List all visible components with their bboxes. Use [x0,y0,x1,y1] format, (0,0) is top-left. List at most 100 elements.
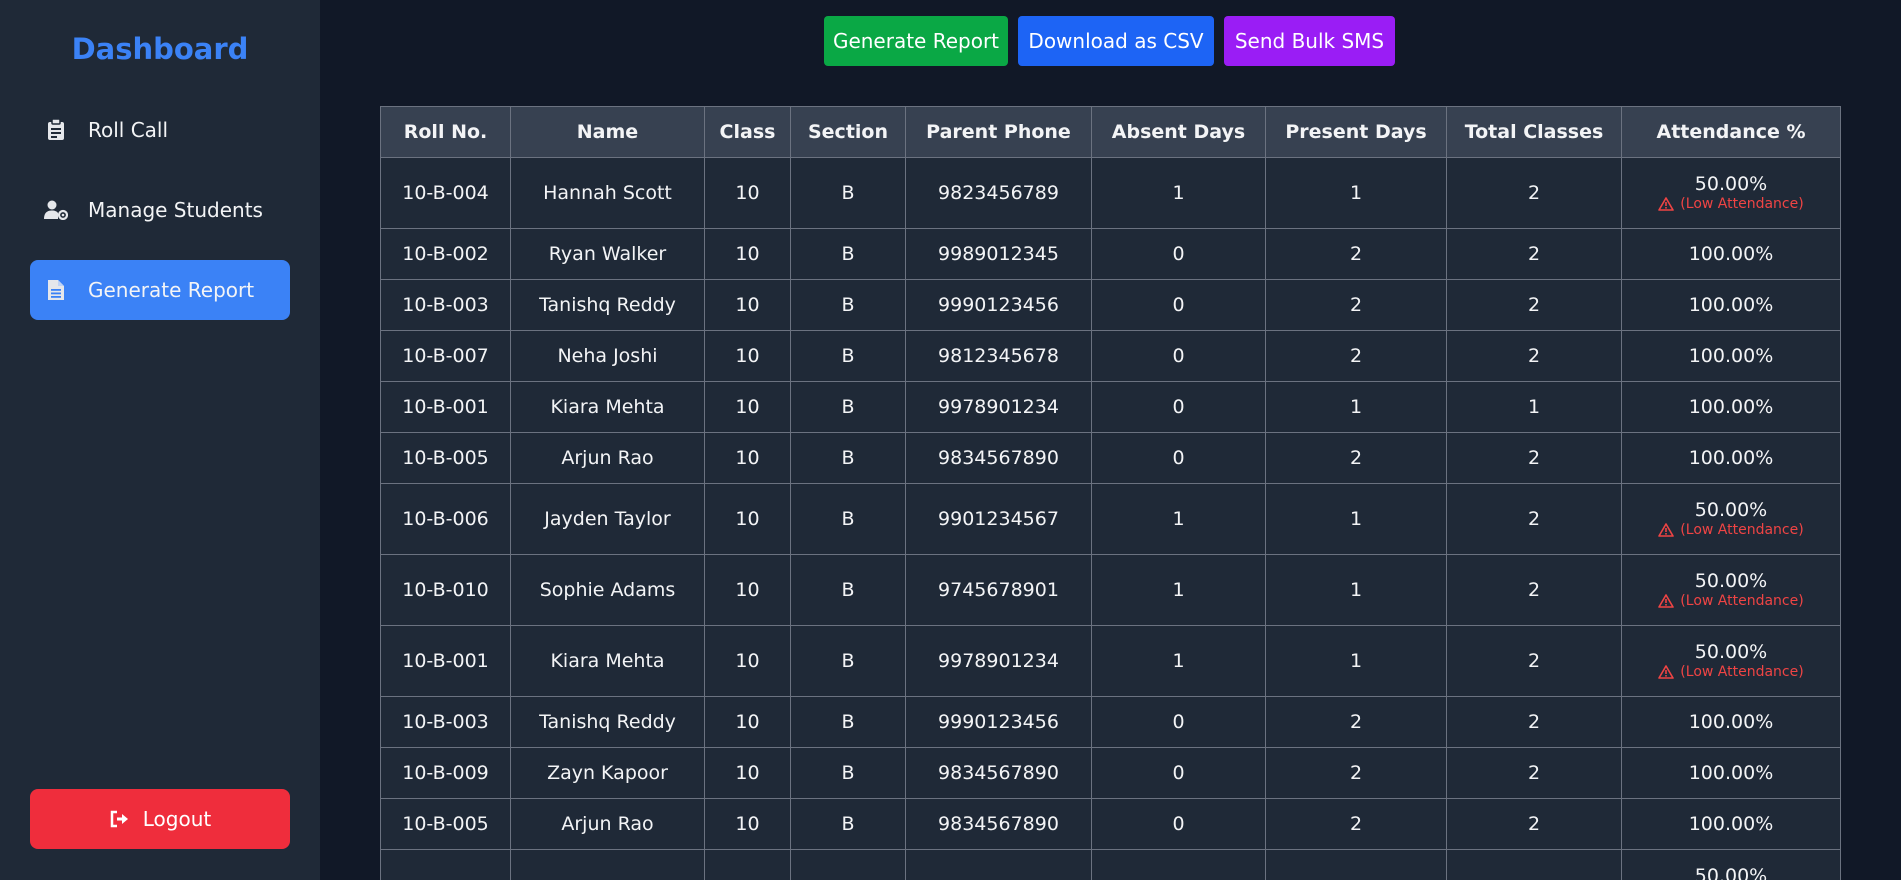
column-header: Section [790,106,906,158]
table-cell: 1 [1265,625,1447,697]
table-cell: 0 [1091,747,1266,799]
table-cell: 9834567890 [905,432,1092,484]
user-gear-icon [44,198,68,222]
attendance-percent: 50.00% [1694,641,1768,663]
table-cell: B [790,330,906,382]
table-cell: 50.00%(Low Attendance) [1621,625,1841,697]
table-cell: B [790,432,906,484]
download-csv-button[interactable]: Download as CSV [1018,16,1214,66]
table-cell [380,849,511,880]
table-cell: 10 [704,330,791,382]
attendance-percent: 100.00% [1688,711,1774,733]
table-cell: 2 [1265,432,1447,484]
table-header-row: Roll No. Name Class Section Parent Phone Abse… [380,106,1841,158]
table-cell: 50.00%(Low Attendance) [1621,157,1841,229]
table-cell: 9990123456 [905,279,1092,331]
table-row: 10-B-005 Arjun Rao 10 B 9834567890 0 2 2 100.00% [380,432,1841,484]
low-attendance-warning: (Low Attendance) [1622,521,1840,539]
table-cell: 0 [1091,228,1266,280]
attendance-percent: 50.00% [1694,865,1768,880]
table-cell: B [790,798,906,850]
attendance-percent: 100.00% [1688,762,1774,784]
table-row: 10-B-006 Jayden Taylor 10 B 9901234567 1 1 2 50.… [380,483,1841,555]
column-header: Class [704,106,791,158]
file-icon [44,278,68,302]
table-cell: B [790,157,906,229]
table-row: 10-B-001 Kiara Mehta 10 B 9978901234 1 1 2 50.00… [380,625,1841,697]
table-row: 10-B-002 Ryan Walker 10 B 9989012345 0 2 2 100.0… [380,228,1841,280]
send-bulk-sms-button[interactable]: Send Bulk SMS [1224,16,1395,66]
table-cell: 10-B-003 [380,279,511,331]
table-cell: B [790,554,906,626]
low-attendance-warning: (Low Attendance) [1622,592,1840,610]
table-cell: 10 [704,432,791,484]
table-cell: 2 [1446,747,1622,799]
attendance-percent: 100.00% [1688,345,1774,367]
logout-label: Logout [142,807,212,831]
table-cell: Hannah Scott [510,157,705,229]
sidebar-item-label: Manage Students [88,198,263,222]
table-cell: 2 [1265,798,1447,850]
column-header: Absent Days [1091,106,1266,158]
table-cell: 0 [1091,381,1266,433]
table-cell: B [790,625,906,697]
table-cell: 10 [704,554,791,626]
table-cell: 2 [1265,228,1447,280]
table-row: 10-B-003 Tanishq Reddy 10 B 9990123456 0 2 2 100… [380,279,1841,331]
table-cell: Zayn Kapoor [510,747,705,799]
table-cell: 0 [1091,330,1266,382]
table-cell: 9978901234 [905,381,1092,433]
table-cell: Tanishq Reddy [510,279,705,331]
table-cell: 2 [1446,279,1622,331]
attendance-percent: 100.00% [1688,243,1774,265]
table-cell: B [790,696,906,748]
table-cell: 2 [1446,483,1622,555]
table-cell: 1 [1265,157,1447,229]
column-header: Parent Phone [905,106,1092,158]
logout-button[interactable]: Logout [30,789,290,849]
column-header: Roll No. [380,106,511,158]
attendance-percent: 50.00% [1694,499,1768,521]
table-cell: 9978901234 [905,625,1092,697]
table-cell: 1 [1091,554,1266,626]
table-cell: 9901234567 [905,483,1092,555]
table-cell: 1 [1265,554,1447,626]
sidebar-item-generate-report[interactable]: Generate Report [30,260,290,320]
generate-report-button[interactable]: Generate Report [824,16,1008,66]
table-cell: Kiara Mehta [510,625,705,697]
table-cell: 2 [1265,747,1447,799]
table-cell: 9834567890 [905,747,1092,799]
table-row: 10-B-004 Hannah Scott 10 B 9823456789 1 1 2 50.0… [380,157,1841,229]
table-cell: Tanishq Reddy [510,696,705,748]
table-cell: 0 [1091,432,1266,484]
clipboard-icon [44,118,68,142]
table-cell: 10-B-005 [380,798,511,850]
table-cell: 2 [1446,554,1622,626]
table-row: 10-B-003 Tanishq Reddy 10 B 9990123456 0 2 2 100… [380,696,1841,748]
sidebar-item-label: Generate Report [88,278,255,302]
table-row: 10-B-001 Kiara Mehta 10 B 9978901234 0 1 1 100.0… [380,381,1841,433]
table-cell: 2 [1265,696,1447,748]
table-cell: 10-B-003 [380,696,511,748]
table-cell: 100.00% [1621,330,1841,382]
sidebar-item-roll-call[interactable]: Roll Call [30,100,290,160]
sidebar-item-manage-students[interactable]: Manage Students [30,180,290,240]
table-cell [510,849,705,880]
low-attendance-warning: (Low Attendance) [1622,195,1840,213]
table-cell: 9823456789 [905,157,1092,229]
table-cell: 50.00%(Low Attendance) [1621,554,1841,626]
table-cell: B [790,381,906,433]
table-cell: 10 [704,279,791,331]
table-cell: 1 [1091,625,1266,697]
table-cell: 1 [1265,381,1447,433]
warning-icon [1658,665,1675,679]
table-cell: 2 [1446,330,1622,382]
table-cell: B [790,483,906,555]
table-cell: 10-B-009 [380,747,511,799]
table-cell: 10-B-004 [380,157,511,229]
table-cell: 1 [1091,157,1266,229]
attendance-percent: 100.00% [1688,447,1774,469]
column-header: Attendance % [1621,106,1841,158]
table-cell: 2 [1446,696,1622,748]
low-attendance-label: (Low Attendance) [1680,664,1804,680]
